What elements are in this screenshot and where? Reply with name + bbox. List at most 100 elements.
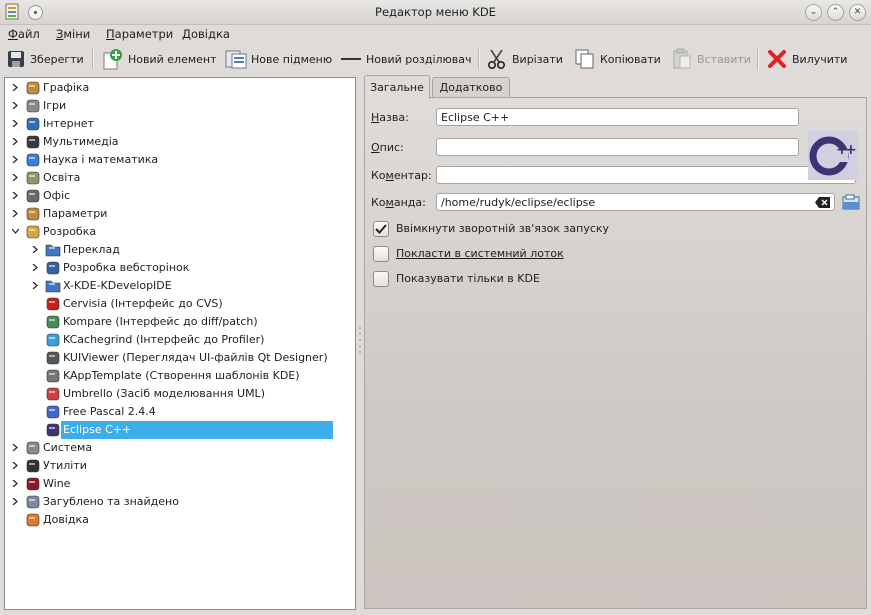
place-in-tray-checkbox[interactable] bbox=[373, 246, 389, 262]
tree-item[interactable]: Umbrello (Засіб моделювання UML) bbox=[5, 385, 349, 403]
comment-input[interactable] bbox=[436, 166, 856, 184]
name-input[interactable]: Eclipse C++ bbox=[436, 108, 799, 126]
menu-help[interactable]: Довідка bbox=[182, 27, 230, 41]
copy-icon bbox=[575, 49, 594, 69]
chevron-right-icon[interactable] bbox=[12, 102, 19, 109]
new-submenu-button[interactable]: Нове підменю bbox=[225, 48, 332, 70]
pane-splitter[interactable] bbox=[358, 77, 362, 608]
tree-item[interactable]: Інтернет bbox=[5, 115, 349, 133]
minimize-button[interactable]: ⌄ bbox=[805, 4, 822, 21]
save-button[interactable]: Зберегти bbox=[6, 48, 84, 70]
tree-item[interactable]: Довідка bbox=[5, 511, 349, 529]
chevron-right-icon[interactable] bbox=[12, 462, 19, 469]
chevron-right-icon[interactable] bbox=[12, 192, 19, 199]
tree-item[interactable]: Free Pascal 2.4.4 bbox=[5, 403, 349, 421]
menu-settings[interactable]: Параметри bbox=[106, 27, 173, 41]
tree-item[interactable]: Освіта bbox=[5, 169, 349, 187]
new-separator-button[interactable]: Новий розділювач bbox=[340, 48, 472, 70]
tree-item[interactable]: Kompare (Інтерфейс до diff/patch) bbox=[5, 313, 349, 331]
tree-item-label: Графіка bbox=[43, 81, 90, 94]
new-item-button[interactable]: Новий елемент bbox=[102, 48, 217, 70]
chevron-right-icon[interactable] bbox=[32, 282, 39, 289]
tree-item[interactable]: KAppTemplate (Створення шаблонів KDE) bbox=[5, 367, 349, 385]
tree-item[interactable]: Розробка вебсторінок bbox=[5, 259, 349, 277]
command-label: Команда: bbox=[371, 196, 426, 209]
chevron-right-icon[interactable] bbox=[12, 480, 19, 487]
save-floppy-icon bbox=[8, 51, 24, 67]
chevron-down-icon[interactable] bbox=[12, 228, 19, 235]
tree-item[interactable]: Розробка bbox=[5, 223, 349, 241]
only-show-in-kde-checkbox[interactable] bbox=[373, 271, 389, 287]
maximize-button[interactable]: ⌃ bbox=[827, 4, 844, 21]
tree-item[interactable]: Cervisia (Інтерфейс до CVS) bbox=[5, 295, 349, 313]
tree-item-label: Офіс bbox=[43, 189, 71, 202]
tree-item[interactable]: Система bbox=[5, 439, 349, 457]
chevron-right-icon[interactable] bbox=[12, 120, 19, 127]
chevron-right-icon[interactable] bbox=[12, 444, 19, 451]
tree-item-label: KAppTemplate (Створення шаблонів KDE) bbox=[63, 369, 300, 382]
chevron-right-icon[interactable] bbox=[12, 210, 19, 217]
tree-item-label: Утиліти bbox=[43, 459, 87, 472]
menu-file[interactable]: Файл bbox=[8, 27, 40, 41]
comment-label: Коментар: bbox=[371, 169, 432, 182]
delete-button[interactable]: Вилучити bbox=[766, 48, 847, 70]
tree-item[interactable]: X-KDE-KDevelopIDE bbox=[5, 277, 349, 295]
menu-edit[interactable]: Зміни bbox=[56, 27, 90, 41]
education-icon bbox=[26, 171, 40, 185]
place-in-tray-label: Покласти в системний лоток bbox=[396, 247, 564, 260]
web-dev-globe-icon bbox=[46, 261, 60, 275]
paste-button[interactable]: Вставити bbox=[671, 48, 751, 70]
eclipse-cpp-icon bbox=[46, 423, 60, 437]
menu-tree[interactable]: Графіка Ігри Інтернет Мультимедіа Наука і ма… bbox=[4, 77, 356, 610]
tree-item[interactable]: Офіс bbox=[5, 187, 349, 205]
launch-feedback-checkbox[interactable] bbox=[373, 221, 389, 237]
chevron-right-icon[interactable] bbox=[12, 498, 19, 505]
tab-general[interactable]: Загальне bbox=[364, 75, 430, 99]
tab-bar: Загальне Додатково bbox=[364, 75, 867, 99]
browse-file-icon[interactable] bbox=[842, 194, 860, 211]
description-label: Опис: bbox=[371, 141, 404, 154]
kcachegrind-icon bbox=[46, 333, 60, 347]
eclipse-cpp-app-icon[interactable]: + + bbox=[808, 130, 858, 180]
free-pascal-icon bbox=[46, 405, 60, 419]
menu-bar: Файл Зміни Параметри Довідка bbox=[0, 24, 871, 44]
new-item-icon bbox=[103, 49, 122, 70]
tree-item[interactable]: KCachegrind (Інтерфейс до Profiler) bbox=[5, 331, 349, 349]
scissors-icon bbox=[487, 49, 506, 70]
chevron-right-icon[interactable] bbox=[12, 138, 19, 145]
tree-item[interactable]: Eclipse C++ bbox=[5, 421, 349, 439]
tree-item[interactable]: KUIViewer (Переглядач UI-файлів Qt Desig… bbox=[5, 349, 349, 367]
multimedia-icon bbox=[26, 135, 40, 149]
tree-item-label: Eclipse C++ bbox=[61, 421, 333, 439]
tree-item[interactable]: Наука і математика bbox=[5, 151, 349, 169]
chevron-right-icon[interactable] bbox=[12, 84, 19, 91]
tree-item[interactable]: Переклад bbox=[5, 241, 349, 259]
tree-item[interactable]: Графіка bbox=[5, 79, 349, 97]
tree-item-label: Система bbox=[43, 441, 93, 454]
tree-item[interactable]: Ігри bbox=[5, 97, 349, 115]
tree-item[interactable]: Параметри bbox=[5, 205, 349, 223]
tree-item[interactable]: Утиліти bbox=[5, 457, 349, 475]
tree-item[interactable]: Мультимедіа bbox=[5, 133, 349, 151]
copy-button[interactable]: Копіювати bbox=[574, 48, 661, 70]
chevron-right-icon[interactable] bbox=[12, 156, 19, 163]
command-input[interactable]: /home/rudyk/eclipse/eclipse bbox=[436, 193, 835, 211]
chevron-right-icon[interactable] bbox=[12, 174, 19, 181]
clear-text-icon[interactable] bbox=[815, 197, 830, 208]
tree-item-label: Kompare (Інтерфейс до diff/patch) bbox=[63, 315, 258, 328]
chevron-right-icon[interactable] bbox=[32, 264, 39, 271]
tree-item-label: Параметри bbox=[43, 207, 108, 220]
close-button[interactable]: ✕ bbox=[849, 4, 866, 21]
tab-advanced[interactable]: Додатково bbox=[432, 77, 510, 99]
tree-item-label: KCachegrind (Інтерфейс до Profiler) bbox=[63, 333, 265, 346]
tree-item[interactable]: Загублено та знайдено bbox=[5, 493, 349, 511]
description-input[interactable] bbox=[436, 138, 799, 156]
tree-item-label: Розробка bbox=[43, 225, 97, 238]
tree-item-label: X-KDE-KDevelopIDE bbox=[63, 279, 172, 292]
tree-item[interactable]: Wine bbox=[5, 475, 349, 493]
cut-button[interactable]: Вирізати bbox=[486, 48, 563, 70]
chevron-right-icon[interactable] bbox=[32, 246, 39, 253]
tree-item-label: Umbrello (Засіб моделювання UML) bbox=[63, 387, 265, 400]
system-gear-icon bbox=[26, 441, 40, 455]
tree-item-label: Довідка bbox=[43, 513, 89, 526]
